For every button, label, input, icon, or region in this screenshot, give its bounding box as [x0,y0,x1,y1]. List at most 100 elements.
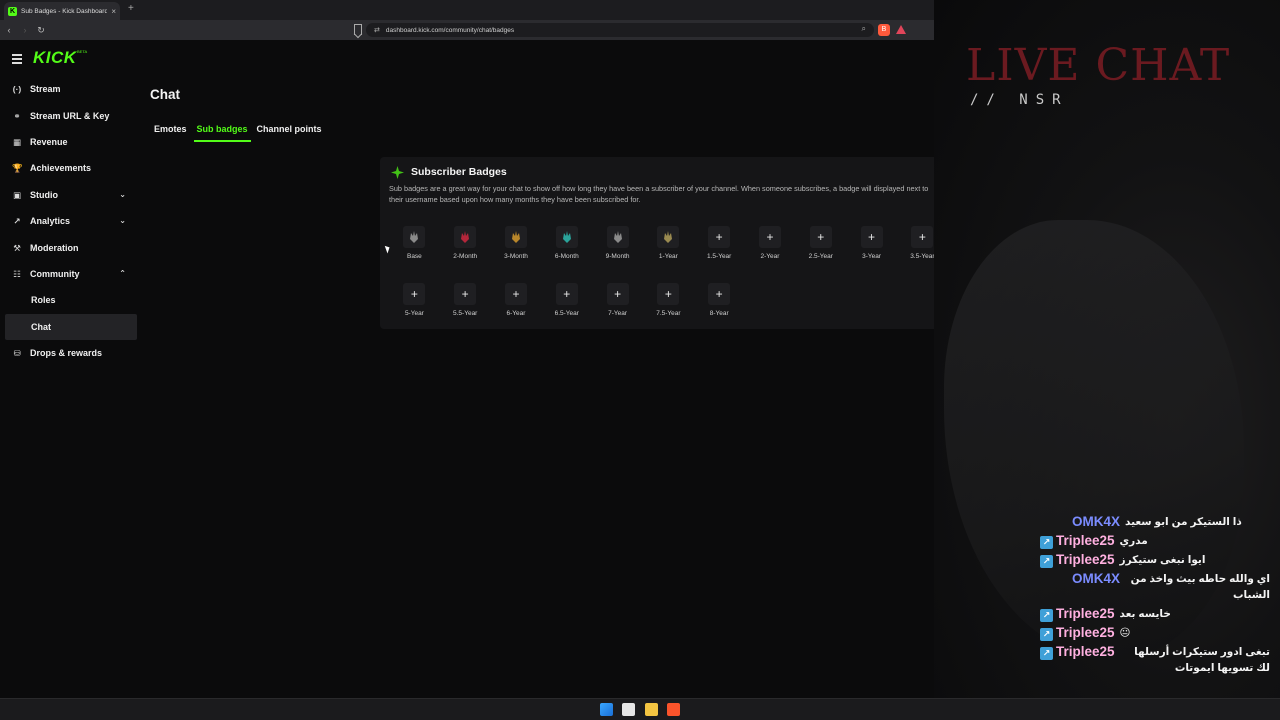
tab-sub-badges[interactable]: Sub badges [193,123,251,142]
badge-slot[interactable]: +2.5-Year [795,226,846,260]
sidebar-item-achievements[interactable]: 🏆 Achievements [0,155,140,181]
brave-browser-icon[interactable] [667,703,680,716]
badge-slot[interactable]: +6.5-Year [541,283,592,317]
badge-slot[interactable]: +1.5-Year [694,226,745,260]
sidebar-item-revenue[interactable]: ▦ Revenue [0,129,140,155]
chat-username: Triplee25 [1056,644,1115,659]
add-badge-icon[interactable]: + [911,226,934,248]
sidebar-item-stream-url-key[interactable]: ⚭ Stream URL & Key [0,102,140,128]
calendar-icon[interactable] [622,703,635,716]
sidebar-item-label: Stream [30,84,61,95]
sidebar-item-chat[interactable]: Chat [5,313,137,340]
badge-label: 3-Month [504,253,528,260]
badge-slot[interactable]: 1-Year [643,226,694,260]
badge-slot[interactable]: +3-Year [846,226,897,260]
add-badge-icon[interactable]: + [708,226,731,248]
back-icon[interactable]: ‹ [2,25,16,35]
address-bar[interactable]: ⇄ dashboard.kick.com/community/chat/badg… [366,23,874,37]
chat-text: اي والله حاطه بيث واخذ من الشباب [1130,573,1270,601]
badge-image[interactable] [606,226,629,248]
file-explorer-icon[interactable] [645,703,658,716]
add-badge-icon[interactable]: + [809,226,832,248]
chevron-down-icon[interactable]: ⌄ [119,190,126,199]
badge-image[interactable] [454,226,477,248]
badge-slot[interactable]: +8-Year [694,283,745,317]
tab-channel-points[interactable]: Channel points [255,123,325,142]
subscriber-badges-card: Subscriber Badges Sub badges are a great… [380,157,938,329]
badge-row-1: Base 2-Month 3-Month 6-Month 9-Month 1-Year +1… [389,226,948,260]
add-badge-icon[interactable]: + [504,283,527,305]
badge-slot[interactable]: +5.5-Year [440,283,491,317]
url-text[interactable]: dashboard.kick.com/community/chat/badges [386,27,514,34]
live-chat-title: LIVE CHAT [966,40,1231,91]
add-badge-icon[interactable]: + [555,283,578,305]
badge-slot[interactable]: +6-Year [491,283,542,317]
badge-slot[interactable]: 3-Month [491,226,542,260]
site-info-icon[interactable]: ⇄ [374,26,380,34]
close-tab-icon[interactable]: × [111,7,116,16]
badge-image[interactable] [555,226,578,248]
badge-image[interactable] [504,226,527,248]
add-badge-icon[interactable]: + [657,283,680,305]
sidebar-item-label: Revenue [30,136,68,147]
new-tab-button[interactable]: + [128,3,134,14]
sidebar-item-moderation[interactable]: ⚒ Moderation [0,234,140,260]
kick-logo[interactable]: KICK [33,48,77,68]
menu-icon[interactable] [12,54,22,66]
brave-shield-icon[interactable]: B [878,24,890,36]
badge-image[interactable] [657,226,680,248]
flame-badge-icon [562,231,571,243]
badge-label: 9-Month [605,253,630,260]
sidebar-item-label: Community [30,268,80,279]
add-badge-icon[interactable]: + [606,283,629,305]
badge-slot[interactable]: +7.5-Year [643,283,694,317]
sidebar-item-studio[interactable]: ▣ Studio ⌄ [0,182,140,208]
bookmark-icon[interactable] [354,24,362,35]
badge-label: 2-Month [453,253,478,260]
add-badge-icon[interactable]: + [758,226,781,248]
brave-rewards-icon[interactable] [896,25,906,34]
add-badge-icon[interactable]: + [454,283,477,305]
add-badge-icon[interactable]: + [708,283,731,305]
chat-message: ↗ Triplee25 😐 [1040,625,1270,641]
badge-slot[interactable]: +5-Year [389,283,440,317]
badge-slot[interactable]: +2-Year [745,226,796,260]
sub-badge-icon: ↗ [1040,609,1053,622]
sidebar-item-analytics[interactable]: ↗ Analytics ⌄ [0,208,140,234]
sidebar-item-drops-rewards[interactable]: ⛁ Drops & rewards [0,340,140,366]
chat-username: Triplee25 [1056,552,1115,567]
sidebar-item-label: Stream URL & Key [30,110,110,121]
chevron-up-icon[interactable]: ⌃ [119,269,126,278]
badge-slot[interactable]: +7-Year [592,283,643,317]
badge-slot[interactable]: 6-Month [541,226,592,260]
chat-username: Triplee25 [1056,625,1115,640]
sparkle-icon [391,166,404,179]
reload-icon[interactable]: ↻ [34,25,48,36]
flame-badge-icon [613,231,622,243]
add-badge-icon[interactable]: + [860,226,883,248]
sidebar-item-label: Achievements [30,163,92,174]
chevron-down-icon[interactable]: ⌄ [119,216,126,225]
sub-badge-icon: ↗ [1040,647,1053,660]
card-description: Sub badges are a great way for your chat… [389,184,929,204]
badge-slot[interactable]: 2-Month [440,226,491,260]
add-badge-icon[interactable]: + [403,283,426,305]
windows-start-icon[interactable] [600,703,613,716]
sidebar-item-stream[interactable]: (·) Stream [0,76,140,102]
badge-label: 7.5-Year [656,310,681,317]
badge-slot[interactable]: 9-Month [592,226,643,260]
badge-label: 8-Year [709,310,729,317]
sidebar-item-label: Moderation [30,242,79,253]
forward-icon[interactable]: › [18,25,32,35]
chat-text: ذا الستيكر من ابو سعيد [1125,516,1242,528]
chat-messages: OMK4X ذا الستيكر من ابو سعيد ↗ Triplee25 مدر… [1040,514,1270,679]
tab-emotes[interactable]: Emotes [152,123,190,142]
sidebar-item-roles[interactable]: Roles [0,287,140,313]
badge-slot[interactable]: Base [389,226,440,260]
badge-image[interactable] [403,226,426,248]
browser-tab[interactable]: K Sub Badges - Kick Dashboard × [4,2,120,20]
kick-favicon-icon: K [8,6,17,16]
sidebar-item-community[interactable]: ☷ Community ⌃ [0,261,140,287]
sub-badge-icon: ↗ [1040,555,1053,568]
zoom-icon[interactable]: ⌕ [862,24,866,34]
